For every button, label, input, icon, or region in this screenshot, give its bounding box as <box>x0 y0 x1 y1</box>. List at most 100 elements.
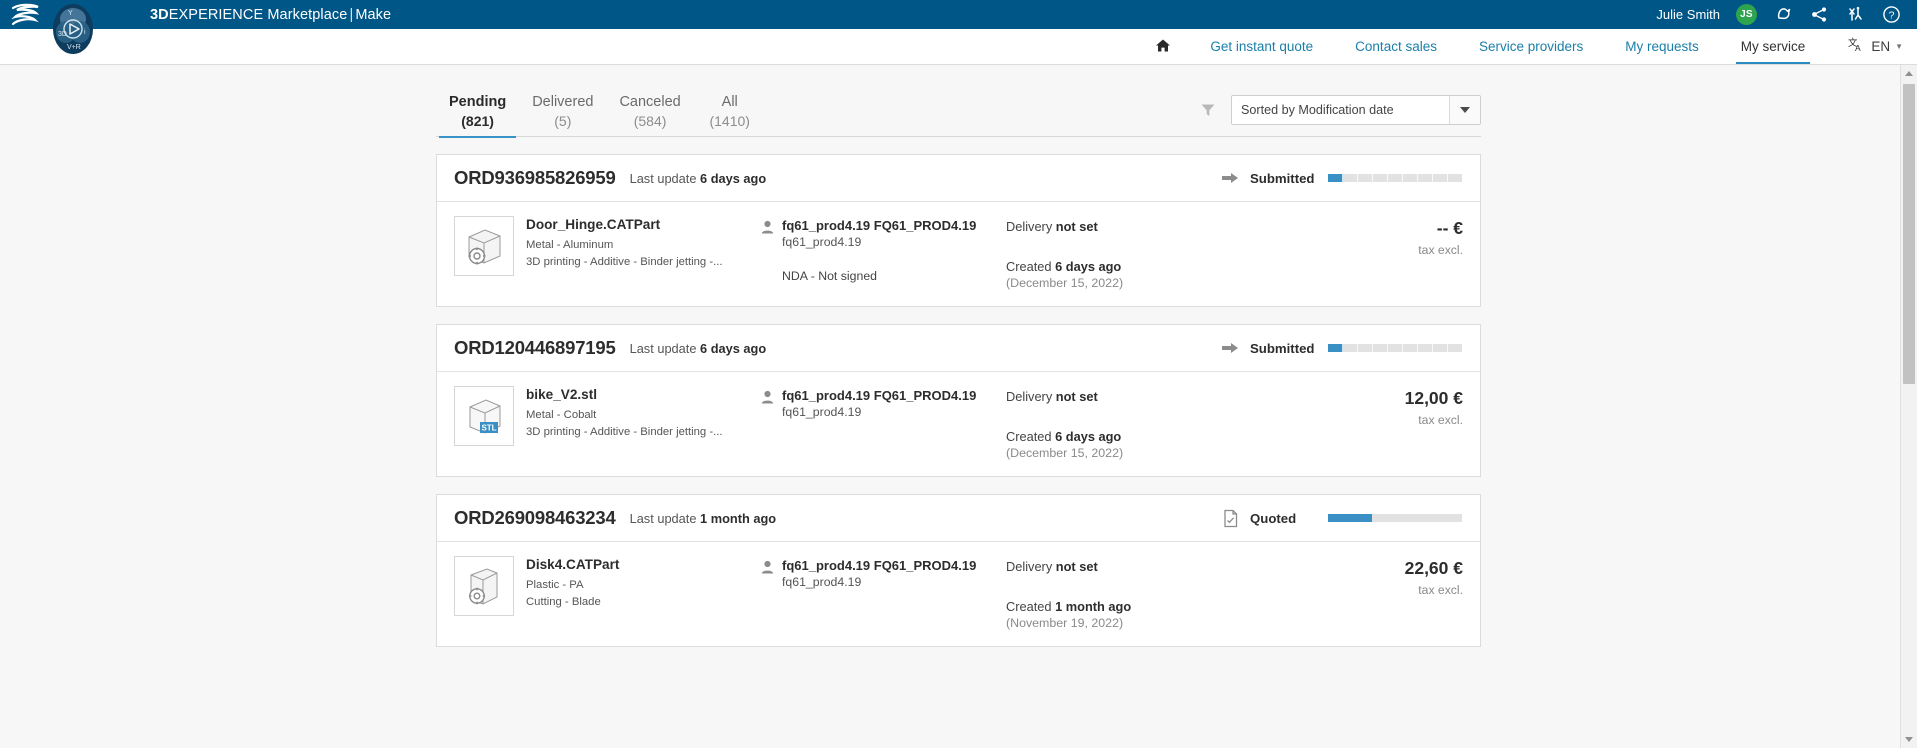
dates-column: Delivery not set Created 6 days ago (Dec… <box>1006 216 1244 290</box>
status-badge: Quoted <box>1250 510 1297 526</box>
status-badge: Submitted <box>1250 170 1315 186</box>
part-file-name[interactable]: Disk4.CATPart <box>526 557 761 572</box>
tab-pending[interactable]: Pending (821) <box>436 86 519 138</box>
scrollbar-down-arrow[interactable] <box>1901 731 1917 748</box>
3dexperience-compass-icon[interactable]: 3D i Y V+R <box>46 2 100 56</box>
order-card-header: ORD936985826959 Last update 6 days ago S… <box>437 155 1480 202</box>
document-quote-icon <box>1221 509 1240 528</box>
order-price: 22,60 € <box>1404 558 1463 578</box>
chevron-down-icon <box>1460 107 1470 113</box>
created-value: 6 days ago <box>1055 259 1122 274</box>
customer-account: fq61_prod4.19 <box>782 405 862 419</box>
created-value: 6 days ago <box>1055 429 1122 444</box>
order-id: ORD269098463234 <box>454 507 616 528</box>
delivery-label: Delivery <box>1006 559 1053 574</box>
avatar[interactable]: JS <box>1736 4 1757 25</box>
order-card[interactable]: ORD269098463234 Last update 1 month ago … <box>436 494 1481 647</box>
order-card[interactable]: ORD120446897195 Last update 6 days ago S… <box>436 324 1481 477</box>
person-icon <box>761 558 774 609</box>
tab-delivered[interactable]: Delivered (5) <box>519 86 606 137</box>
filter-funnel-icon[interactable] <box>1199 101 1217 119</box>
created-block: Created 6 days ago (December 15, 2022) <box>1006 429 1244 460</box>
dates-column: Delivery not set Created 1 month ago (No… <box>1006 556 1244 630</box>
order-status-group: Submitted <box>1221 339 1466 358</box>
translate-icon: 文 A <box>1848 37 1866 56</box>
customer-account: fq61_prod4.19 <box>782 235 862 249</box>
tab-all[interactable]: All (1410) <box>694 86 766 137</box>
part-process: Cutting - Blade <box>526 596 601 608</box>
order-price: 12,00 € <box>1404 388 1463 408</box>
nav-item-contact-sales[interactable]: Contact sales <box>1334 29 1458 64</box>
nav-label: My service <box>1740 39 1806 54</box>
sort-value: Sorted by Modification date <box>1241 103 1394 117</box>
scrollbar-thumb[interactable] <box>1903 84 1915 384</box>
svg-text:3D: 3D <box>58 31 67 38</box>
created-line: Created 6 days ago <box>1006 429 1244 444</box>
order-progress-bar <box>1328 174 1462 182</box>
order-id: ORD936985826959 <box>454 167 616 188</box>
help-icon[interactable]: ? <box>1881 5 1901 25</box>
part-file-name[interactable]: Door_Hinge.CATPart <box>526 217 761 232</box>
nav-item-service-providers[interactable]: Service providers <box>1458 29 1604 64</box>
created-date: (November 19, 2022) <box>1006 616 1124 630</box>
customer-column: fq61_prod4.19 FQ61_PROD4.19 fq61_prod4.1… <box>761 216 1006 283</box>
last-update: Last update 1 month ago <box>630 511 777 526</box>
created-line: Created 1 month ago <box>1006 599 1244 614</box>
last-update: Last update 6 days ago <box>630 341 767 356</box>
part-thumbnail[interactable] <box>454 216 514 276</box>
customer-column: fq61_prod4.19 FQ61_PROD4.19 fq61_prod4.1… <box>761 386 1006 439</box>
nav-label: Service providers <box>1478 39 1584 54</box>
delivery-line: Delivery not set <box>1006 559 1244 574</box>
part-process: 3D printing - Additive - Binder jetting … <box>526 256 723 268</box>
person-icon <box>761 218 774 283</box>
share-network-icon[interactable] <box>1809 5 1829 25</box>
order-progress-bar <box>1328 344 1462 352</box>
part-process: 3D printing - Additive - Binder jetting … <box>526 426 723 438</box>
order-card[interactable]: ORD936985826959 Last update 6 days ago S… <box>436 154 1481 307</box>
part-file-name[interactable]: bike_V2.stl <box>526 387 761 402</box>
svg-text:?: ? <box>1888 10 1894 22</box>
language-code: EN <box>1871 39 1891 54</box>
customer-name: fq61_prod4.19 FQ61_PROD4.19 <box>782 218 977 233</box>
chevron-down-icon: ▼ <box>1895 42 1903 51</box>
nav-label: My requests <box>1625 39 1699 54</box>
order-status-group: Quoted <box>1221 509 1466 528</box>
nav-item-my-service[interactable]: My service <box>1720 29 1827 64</box>
scrollbar-up-arrow[interactable] <box>1901 65 1917 82</box>
created-block: Created 1 month ago (November 19, 2022) <box>1006 599 1244 630</box>
status-badge: Submitted <box>1250 340 1315 356</box>
nav-item-get-instant-quote[interactable]: Get instant quote <box>1189 29 1334 64</box>
user-name-label: Julie Smith <box>1656 7 1720 22</box>
part-info-column: Disk4.CATPart Plastic - PA Cutting - Bla… <box>514 556 761 610</box>
order-price: -- € <box>1436 218 1463 238</box>
chevron-down-icon <box>1905 737 1913 742</box>
created-date: (December 15, 2022) <box>1006 446 1124 460</box>
sort-dropdown-arrow[interactable] <box>1449 96 1480 124</box>
progress-ticks <box>1328 174 1462 182</box>
last-update-value: 1 month ago <box>700 510 777 526</box>
delivery-value: not set <box>1055 389 1098 404</box>
dassault-systemes-logo[interactable] <box>6 2 46 28</box>
nav-item-my-requests[interactable]: My requests <box>1604 29 1720 64</box>
collaboration-icon[interactable] <box>1845 5 1865 25</box>
part-thumbnail[interactable] <box>454 556 514 616</box>
nav-item-home[interactable] <box>1137 29 1189 64</box>
brand-experience-marketplace: EXPERIENCE Marketplace <box>168 6 348 23</box>
notification-bell-icon[interactable] <box>1773 5 1793 25</box>
customer-column: fq61_prod4.19 FQ61_PROD4.19 fq61_prod4.1… <box>761 556 1006 609</box>
order-card-body: STL bike_V2.stl Metal - Cobalt 3D printi… <box>437 372 1480 476</box>
order-progress-bar <box>1328 514 1462 522</box>
tab-label: Pending <box>449 93 507 110</box>
sort-dropdown[interactable]: Sorted by Modification date <box>1231 95 1481 125</box>
part-thumbnail[interactable]: STL <box>454 386 514 446</box>
last-update-value: 6 days ago <box>700 340 767 356</box>
page-scrollbar[interactable] <box>1900 65 1917 748</box>
svg-text:V+R: V+R <box>67 44 81 51</box>
tab-label: Delivered <box>532 93 594 110</box>
order-card-body: Door_Hinge.CATPart Metal - Aluminum 3D p… <box>437 202 1480 306</box>
tab-canceled[interactable]: Canceled (584) <box>606 86 693 137</box>
chevron-up-icon <box>1905 71 1913 76</box>
price-column: 22,60 € tax excl. <box>1405 556 1466 597</box>
orders-toolbar: Pending (821) Delivered (5) Canceled (58… <box>436 86 1481 138</box>
language-selector[interactable]: 文 A EN ▼ <box>1826 29 1917 64</box>
